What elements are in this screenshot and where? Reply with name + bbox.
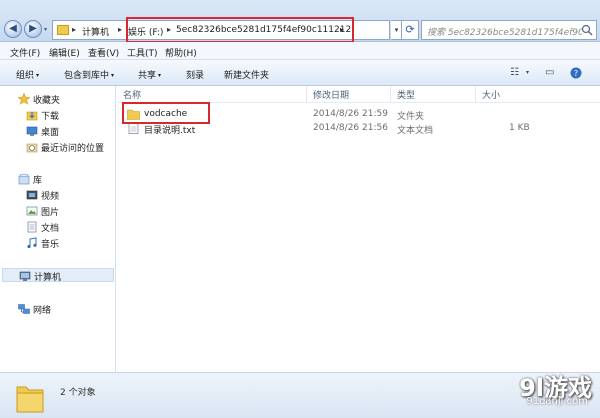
share-button[interactable]: 共享 ▾ [138, 68, 161, 81]
nav-favorites[interactable]: 收藏夹 [0, 92, 110, 106]
computer-icon [19, 271, 31, 281]
breadcrumb-separator[interactable]: ▸ [72, 25, 76, 34]
network-icon [18, 304, 30, 314]
menu-tools[interactable]: 工具(T) [127, 46, 158, 59]
nav-libraries-label: 库 [33, 176, 43, 186]
nav-recent-places[interactable]: 最近访问的位置 [0, 140, 110, 154]
organize-button[interactable]: 组织 ▾ [16, 68, 39, 81]
navigation-pane: 收藏夹 下载 桌面 最近访问的位置 库 视频 图片 文档 音乐 计算机 网络 [0, 86, 116, 372]
breadcrumb-computer[interactable]: 计算机 [82, 25, 109, 38]
caret-down-icon: ▾ [111, 72, 115, 79]
nav-computer-label: 计算机 [34, 273, 62, 283]
watermark: 9l游戏 91danji.com [482, 368, 592, 412]
nav-downloads[interactable]: 下载 [0, 108, 110, 122]
burn-button[interactable]: 刻录 [186, 68, 204, 81]
search-icon[interactable] [581, 24, 593, 36]
star-icon [18, 93, 30, 105]
column-header-type[interactable]: 类型 [391, 86, 476, 102]
file-name: 目录说明.txt [144, 126, 196, 136]
music-note-icon [27, 237, 37, 249]
file-modified: 2014/8/26 21:59 [313, 109, 388, 119]
item-count: 2 个对象 [60, 388, 96, 398]
nav-computer[interactable]: 计算机 [2, 268, 114, 283]
nav-documents[interactable]: 文档 [0, 220, 110, 234]
search-field[interactable]: 搜索 5ec82326bce5281d175f4ef90c111212 [421, 20, 597, 40]
nav-favorites-label: 收藏夹 [33, 96, 61, 106]
documents-icon [27, 221, 37, 233]
column-header-size[interactable]: 大小 [476, 86, 548, 102]
menu-file[interactable]: 文件(F) [10, 46, 40, 59]
pictures-icon [26, 206, 38, 216]
column-header-name[interactable]: 名称 [117, 86, 307, 102]
folder-highlight-box [122, 102, 210, 124]
nav-pictures[interactable]: 图片 [0, 204, 110, 218]
menu-view[interactable]: 查看(V) [88, 46, 119, 59]
file-size: 1 KB [509, 123, 530, 133]
table-row[interactable]: 目录说明.txt 2014/8/26 21:56 文本文档 1 KB [117, 122, 600, 136]
nav-libraries[interactable]: 库 [0, 172, 110, 186]
nav-desktop[interactable]: 桌面 [0, 124, 110, 138]
breadcrumb-separator[interactable]: ▸ [118, 25, 122, 34]
forward-button[interactable]: ▶ [24, 20, 42, 38]
menu-help[interactable]: 帮助(H) [165, 46, 197, 59]
preview-pane-icon[interactable]: ▭ [545, 66, 554, 80]
menu-edit[interactable]: 编辑(E) [49, 46, 80, 59]
view-options-icon[interactable]: ☷ [510, 66, 519, 80]
nav-videos-label: 视频 [41, 192, 60, 202]
nav-desktop-label: 桌面 [41, 128, 60, 138]
column-header-modified[interactable]: 修改日期 [307, 86, 391, 102]
command-toolbar: 组织 ▾ 包含到库中 ▾ 共享 ▾ 刻录 新建文件夹 ☷ ▾ ▭ ? [0, 60, 600, 86]
nav-downloads-label: 下载 [41, 112, 60, 122]
nav-pictures-label: 图片 [41, 208, 60, 218]
desktop-icon [26, 126, 38, 136]
file-list: 名称 修改日期 类型 大小 vodcache 2014/8/26 21:59 文… [117, 86, 600, 372]
address-highlight-box [126, 17, 354, 43]
watermark-url: 91danji.com [526, 396, 588, 407]
help-icon[interactable]: ? [570, 67, 582, 79]
share-label: 共享 [138, 71, 157, 81]
organize-label: 组织 [16, 71, 35, 81]
file-type: 文件夹 [397, 112, 425, 122]
folder-icon [57, 25, 69, 35]
recent-places-icon [26, 143, 38, 153]
back-button[interactable]: ◀ [4, 20, 22, 38]
file-type: 文本文档 [397, 126, 434, 136]
downloads-folder-icon [26, 111, 38, 121]
search-placeholder: 搜索 5ec82326bce5281d175f4ef90c111212 [427, 28, 582, 38]
caret-down-icon: ▾ [36, 72, 40, 79]
include-in-library-button[interactable]: 包含到库中 ▾ [64, 68, 114, 81]
new-folder-button[interactable]: 新建文件夹 [224, 68, 269, 81]
caret-down-icon: ▾ [158, 72, 162, 79]
nav-network-label: 网络 [33, 306, 52, 316]
nav-videos[interactable]: 视频 [0, 188, 110, 202]
recent-pages-dropdown[interactable]: ▾ [44, 26, 47, 33]
svg-text:?: ? [574, 69, 578, 78]
libraries-icon [18, 174, 30, 185]
refresh-icon[interactable]: ⟳ [401, 20, 419, 40]
file-modified: 2014/8/26 21:56 [313, 123, 388, 133]
view-options-caret-icon[interactable]: ▾ [526, 66, 529, 80]
folder-icon [16, 386, 44, 413]
nav-network[interactable]: 网络 [0, 302, 110, 316]
videos-icon [26, 190, 38, 200]
nav-recent-places-label: 最近访问的位置 [41, 144, 105, 154]
include-in-library-label: 包含到库中 [64, 71, 110, 81]
nav-music-label: 音乐 [41, 240, 60, 250]
menu-bar: 文件(F) 编辑(E) 查看(V) 工具(T) 帮助(H) [0, 42, 600, 60]
nav-documents-label: 文档 [41, 224, 60, 234]
nav-music[interactable]: 音乐 [0, 236, 110, 250]
